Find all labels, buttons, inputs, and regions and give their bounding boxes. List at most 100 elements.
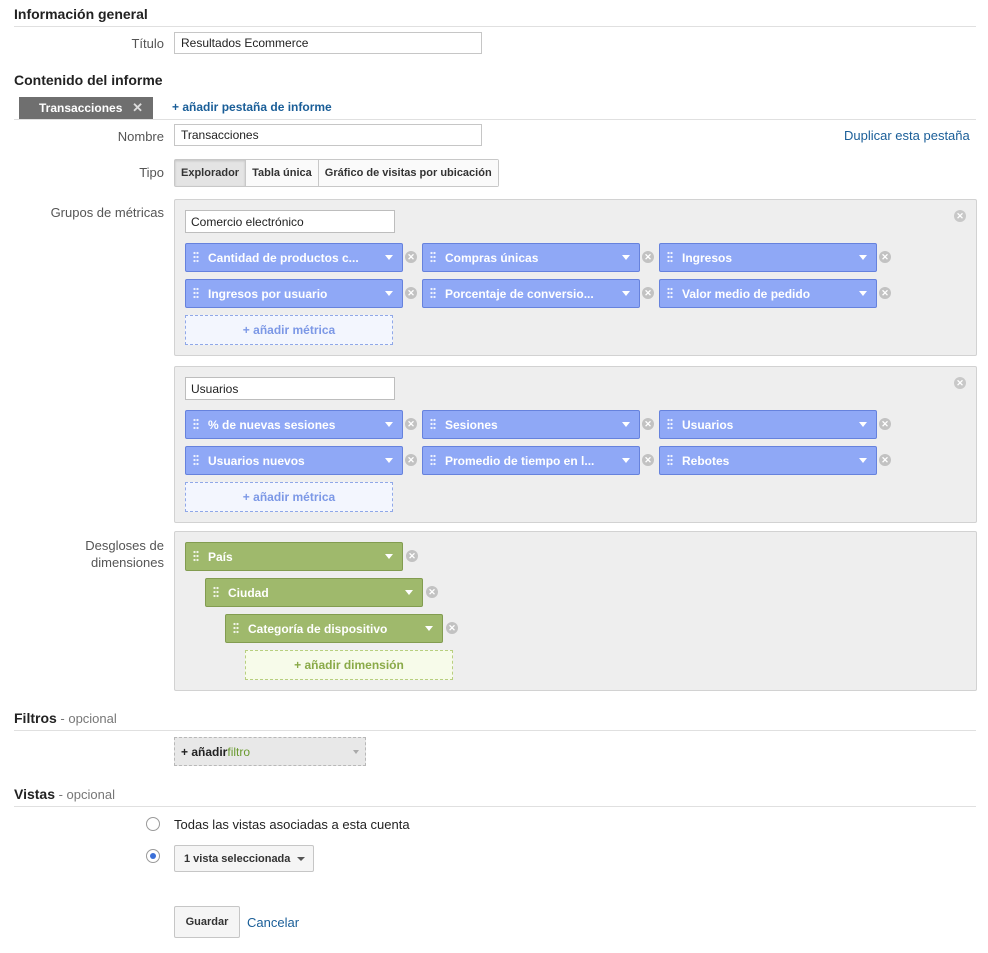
divider [14, 806, 976, 807]
drag-handle-icon[interactable] [193, 287, 199, 300]
divider [14, 26, 976, 27]
dimension-chip[interactable]: Categoría de dispositivo [225, 614, 443, 643]
dimension-chip[interactable]: País [185, 542, 403, 571]
metric-chip[interactable]: Ingresos [659, 243, 877, 272]
remove-metric-icon[interactable]: ✕ [642, 454, 654, 466]
remove-metric-icon[interactable]: ✕ [642, 251, 654, 263]
divider [14, 730, 976, 731]
save-button[interactable]: Guardar [174, 906, 240, 938]
chevron-down-icon [353, 749, 359, 754]
all-views-radio[interactable] [146, 817, 160, 831]
title-label: Título [131, 36, 164, 51]
metric-group-name-input[interactable] [185, 377, 395, 400]
chevron-down-icon [859, 255, 867, 260]
views-select[interactable]: 1 vista seleccionada [174, 845, 314, 872]
type-selector: Explorador Tabla única Gráfico de visita… [174, 159, 499, 187]
metric-chip[interactable]: Compras únicas [422, 243, 640, 272]
metric-chip[interactable]: Usuarios nuevos [185, 446, 403, 475]
chevron-down-icon [859, 422, 867, 427]
chevron-down-icon [405, 590, 413, 595]
all-views-label: Todas las vistas asociadas a esta cuenta [174, 817, 410, 832]
chevron-down-icon [385, 554, 393, 559]
drag-handle-icon[interactable] [233, 622, 239, 635]
type-mapa-button[interactable]: Gráfico de visitas por ubicación [318, 160, 498, 186]
remove-metric-icon[interactable]: ✕ [405, 454, 417, 466]
tab-label: Transacciones [39, 101, 123, 115]
chevron-down-icon [385, 291, 393, 296]
remove-metric-icon[interactable]: ✕ [879, 418, 891, 430]
dimension-chip[interactable]: Ciudad [205, 578, 423, 607]
metric-chip[interactable]: Porcentaje de conversio... [422, 279, 640, 308]
type-tabla-unica-button[interactable]: Tabla única [246, 160, 319, 186]
drag-handle-icon[interactable] [193, 418, 199, 431]
chevron-down-icon [425, 626, 433, 631]
metric-groups-label: Grupos de métricas [50, 205, 164, 220]
drag-handle-icon[interactable] [193, 251, 199, 264]
remove-metric-icon[interactable]: ✕ [879, 287, 891, 299]
tab-transacciones[interactable]: Transacciones ✕ [19, 97, 153, 119]
drag-handle-icon[interactable] [667, 287, 673, 300]
drag-handle-icon[interactable] [193, 550, 199, 563]
metric-chip[interactable]: % de nuevas sesiones [185, 410, 403, 439]
remove-dimension-icon[interactable]: ✕ [406, 550, 418, 562]
cancel-link[interactable]: Cancelar [247, 915, 299, 930]
drag-handle-icon[interactable] [667, 251, 673, 264]
duplicate-tab-link[interactable]: Duplicar esta pestaña [844, 128, 970, 143]
remove-dimension-icon[interactable]: ✕ [426, 586, 438, 598]
remove-group-icon[interactable]: ✕ [954, 377, 966, 389]
metric-group-name-input[interactable] [185, 210, 395, 233]
name-label: Nombre [117, 129, 164, 144]
type-explorador-button[interactable]: Explorador [175, 160, 247, 186]
add-metric-button[interactable]: + añadir métrica [185, 482, 393, 512]
chevron-down-icon [385, 255, 393, 260]
type-label: Tipo [139, 165, 164, 180]
remove-metric-icon[interactable]: ✕ [405, 287, 417, 299]
chevron-down-icon [622, 458, 630, 463]
drag-handle-icon[interactable] [430, 418, 436, 431]
remove-metric-icon[interactable]: ✕ [879, 454, 891, 466]
metric-chip[interactable]: Ingresos por usuario [185, 279, 403, 308]
views-heading: Vistas - opcional [14, 786, 115, 802]
drag-handle-icon[interactable] [667, 454, 673, 467]
chevron-down-icon [622, 422, 630, 427]
name-input[interactable] [174, 124, 482, 146]
add-metric-button[interactable]: + añadir métrica [185, 315, 393, 345]
drag-handle-icon[interactable] [213, 586, 219, 599]
general-heading: Información general [14, 6, 148, 22]
metric-chip[interactable]: Rebotes [659, 446, 877, 475]
drag-handle-icon[interactable] [430, 454, 436, 467]
drag-handle-icon[interactable] [430, 251, 436, 264]
chevron-down-icon [859, 458, 867, 463]
add-filter-button[interactable]: + añadir filtro [174, 737, 366, 766]
remove-metric-icon[interactable]: ✕ [642, 287, 654, 299]
dimensions-label: Desgloses de dimensiones [85, 538, 164, 570]
chevron-down-icon [622, 255, 630, 260]
remove-metric-icon[interactable]: ✕ [405, 251, 417, 263]
chevron-down-icon [297, 856, 305, 861]
filters-heading: Filtros - opcional [14, 710, 117, 726]
selected-views-radio[interactable] [146, 849, 160, 863]
divider [14, 119, 976, 120]
metric-chip[interactable]: Valor medio de pedido [659, 279, 877, 308]
chevron-down-icon [859, 291, 867, 296]
remove-dimension-icon[interactable]: ✕ [446, 622, 458, 634]
chevron-down-icon [385, 458, 393, 463]
metric-chip[interactable]: Usuarios [659, 410, 877, 439]
metric-chip[interactable]: Cantidad de productos c... [185, 243, 403, 272]
remove-metric-icon[interactable]: ✕ [879, 251, 891, 263]
metric-chip[interactable]: Sesiones [422, 410, 640, 439]
remove-metric-icon[interactable]: ✕ [405, 418, 417, 430]
drag-handle-icon[interactable] [667, 418, 673, 431]
drag-handle-icon[interactable] [193, 454, 199, 467]
remove-metric-icon[interactable]: ✕ [642, 418, 654, 430]
remove-group-icon[interactable]: ✕ [954, 210, 966, 222]
add-dimension-button[interactable]: + añadir dimensión [245, 650, 453, 680]
chevron-down-icon [622, 291, 630, 296]
metric-chip[interactable]: Promedio de tiempo en l... [422, 446, 640, 475]
drag-handle-icon[interactable] [430, 287, 436, 300]
content-heading: Contenido del informe [14, 72, 163, 88]
add-tab-link[interactable]: + añadir pestaña de informe [172, 100, 332, 114]
chevron-down-icon [385, 422, 393, 427]
title-input[interactable] [174, 32, 482, 54]
close-icon[interactable]: ✕ [132, 100, 143, 116]
